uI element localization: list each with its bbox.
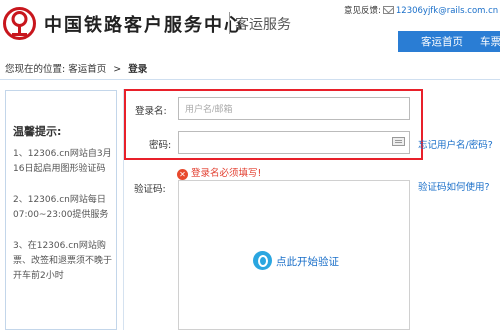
breadcrumb-current: 登录 (128, 64, 148, 75)
tips-panel: 温馨提示: 1、12306.cn网站自3月16日起启用图形验证码 2、12306… (5, 90, 117, 330)
captcha-box[interactable]: 点此开始验证 (178, 180, 410, 330)
tips-title: 温馨提示: (13, 125, 62, 138)
captcha-icon (253, 251, 272, 270)
password-input[interactable] (178, 131, 410, 154)
password-label: 密码: (149, 140, 172, 151)
mail-icon (382, 6, 394, 14)
tip-item: 1、12306.cn网站自3月16日起启用图形验证码 (13, 149, 112, 174)
breadcrumb-divider (0, 79, 500, 80)
error-icon: ✕ (177, 169, 188, 180)
feedback-label: 意见反馈: (344, 6, 381, 16)
captcha-button-label: 点此开始验证 (276, 256, 339, 268)
tip-item: 3、在12306.cn网站购票、改签和退票须不晚于开车前2小时 (13, 241, 113, 281)
username-label: 登录名: (135, 106, 167, 117)
captcha-start-button[interactable]: 点此开始验证 (253, 251, 339, 270)
error-text: 登录名必须填写! (191, 168, 262, 179)
nav-bar: 客运首页 车票 (0, 31, 500, 52)
breadcrumb-home-link[interactable]: 客运首页 (68, 64, 106, 75)
keyboard-icon[interactable] (392, 137, 405, 146)
nav-item-tickets[interactable]: 车票 (480, 34, 500, 49)
feedback: 意见反馈:12306yjfk@rails.com.cn 关 (344, 4, 500, 16)
nav-item-home[interactable]: 客运首页 (421, 34, 463, 49)
captcha-help-link[interactable]: 验证码如何使用? (418, 179, 490, 193)
breadcrumb-separator: > (113, 64, 122, 75)
breadcrumb: 您现在的位置: 客运首页 > 登录 (5, 61, 147, 75)
captcha-label: 验证码: (134, 184, 166, 195)
tip-item: 2、12306.cn网站每日07:00~23:00提供服务 (13, 195, 109, 220)
error-message: ✕ 登录名必须填写! (177, 165, 261, 180)
breadcrumb-prefix: 您现在的位置: (5, 64, 66, 75)
forgot-password-link[interactable]: 忘记用户名/密码? (418, 137, 493, 151)
username-input[interactable] (178, 97, 410, 120)
feedback-email-link[interactable]: 12306yjfk@rails.com.cn (396, 6, 498, 16)
